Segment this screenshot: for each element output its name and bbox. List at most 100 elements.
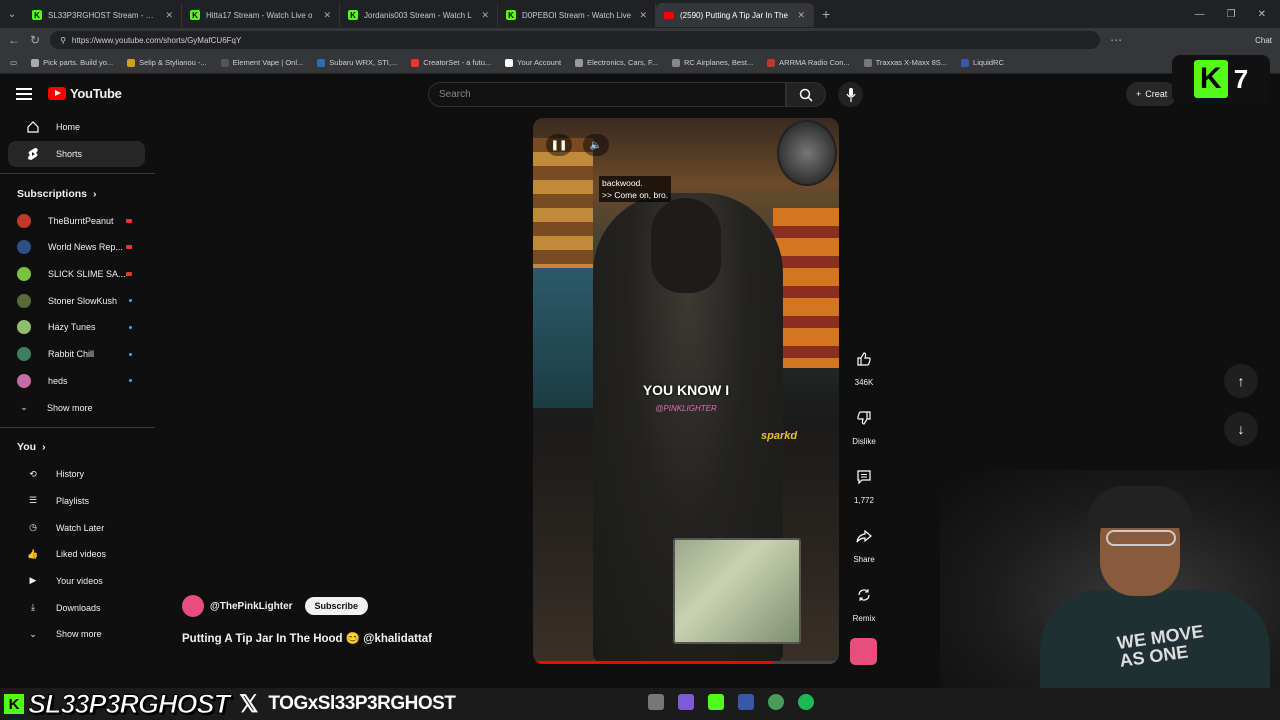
close-tab-icon[interactable]: ✕	[797, 10, 805, 21]
app-icon[interactable]	[708, 694, 724, 710]
url-field[interactable]: ⚲ https://www.youtube.com/shorts/GyMafCU…	[50, 31, 1101, 49]
show-more-button[interactable]: ⌄ Show more	[8, 621, 145, 648]
sidebar-toggle-icon[interactable]: ▭	[10, 58, 17, 67]
remix-action[interactable]: Remix	[846, 580, 882, 623]
bookmark[interactable]: LiquidRC	[961, 58, 1004, 67]
bookmark[interactable]: CreatorSet - a futu...	[411, 58, 491, 67]
bookmark[interactable]: RC Airplanes, Best...	[671, 58, 753, 67]
browser-tab[interactable]: K Hitta17 Stream - Watch Live o ✕	[182, 3, 340, 27]
search-input[interactable]: Search	[428, 82, 786, 107]
chevron-right-icon: ›	[93, 187, 97, 200]
short-title: Putting A Tip Jar In The Hood 😊 @khalida…	[182, 633, 433, 645]
kick-logo-icon: K	[1193, 60, 1228, 98]
subscription-item[interactable]: heds	[0, 368, 155, 395]
subscription-item[interactable]: TheBurntPeanut	[0, 207, 155, 234]
sidebar-item-watch-later[interactable]: ◷ Watch Later	[8, 514, 145, 541]
browser-tab-active[interactable]: (2590) Putting A Tip Jar In The ✕	[656, 3, 814, 27]
next-short-button[interactable]: ↓	[1224, 412, 1258, 446]
pause-button[interactable]: ❚❚	[546, 134, 572, 156]
search-button[interactable]	[786, 82, 826, 107]
like-icon[interactable]	[849, 344, 879, 374]
reload-icon[interactable]: ↻	[30, 33, 40, 47]
short-video-player[interactable]: ❚❚ 🔈 backwood. >> Come on, bro. YOU KNOW…	[533, 118, 839, 664]
sidebar-item-home[interactable]: Home	[8, 114, 145, 141]
comment-icon[interactable]	[849, 462, 879, 492]
close-tab-icon[interactable]: ✕	[639, 10, 647, 21]
subscription-item[interactable]: SLICK SLIME SA...	[0, 261, 155, 288]
kick-viewer-badge: K 7	[1172, 55, 1270, 103]
sidebar-item-downloads[interactable]: ⤓ Downloads	[8, 594, 145, 621]
channel-avatar[interactable]	[182, 595, 204, 617]
bookmark[interactable]: Selip & Stylianou -...	[127, 58, 207, 67]
subscription-item[interactable]: World News Rep...	[0, 234, 155, 261]
minimize-icon[interactable]: —	[1195, 9, 1205, 20]
new-content-dot-icon	[129, 299, 132, 303]
back-icon[interactable]: ←	[8, 33, 20, 47]
subscribe-button[interactable]: Subscribe	[304, 597, 369, 615]
subscription-item[interactable]: Rabbit Chill	[0, 341, 155, 368]
create-button[interactable]: + Creat	[1126, 82, 1178, 106]
dislike-icon[interactable]	[849, 403, 879, 433]
avatar	[17, 240, 31, 255]
caption-small: backwood. >> Come on, bro.	[599, 176, 672, 202]
app-icon[interactable]	[738, 694, 754, 710]
you-header[interactable]: You ›	[0, 434, 155, 461]
voice-search-button[interactable]	[838, 82, 863, 107]
browser-tab[interactable]: K Jordanis003 Stream - Watch L ✕	[340, 3, 498, 27]
close-tab-icon[interactable]: ✕	[481, 10, 489, 21]
live-indicator-icon	[126, 245, 132, 250]
address-bar: ← ↻ ⚲ https://www.youtube.com/shorts/GyM…	[0, 28, 1280, 52]
show-more-button[interactable]: ⌄ Show more	[0, 394, 145, 421]
menu-icon[interactable]	[16, 88, 32, 103]
bookmark[interactable]: Subaru WRX, STI,...	[317, 58, 397, 67]
spotify-icon[interactable]	[798, 694, 814, 710]
sound-thumbnail[interactable]	[850, 638, 877, 665]
bookmark[interactable]: Element Vape | Onl...	[220, 58, 303, 67]
share-icon[interactable]	[849, 521, 879, 551]
share-action[interactable]: Share	[846, 521, 882, 564]
comments-action[interactable]: 1,772	[846, 462, 882, 505]
bookmark[interactable]: Your Account	[505, 58, 561, 67]
youtube-logo[interactable]: YouTube	[48, 86, 122, 101]
sidebar-item-playlists[interactable]: ☰ Playlists	[8, 488, 145, 515]
subscription-item[interactable]: Hazy Tunes	[0, 314, 155, 341]
tab-list-icon[interactable]: ⌄	[0, 0, 24, 28]
like-action[interactable]: 346K	[846, 344, 882, 387]
browser-tab[interactable]: K D0PEBOI Stream - Watch Live ✕	[498, 3, 656, 27]
tip-jar-money	[673, 538, 801, 644]
remix-icon[interactable]	[849, 580, 879, 610]
sidebar-item-your-videos[interactable]: ▶ Your videos	[8, 568, 145, 595]
channel-name[interactable]: @ThePinkLighter	[210, 601, 293, 612]
video-progress-fill	[533, 661, 772, 664]
webcam-cap	[1088, 486, 1192, 528]
previous-short-button[interactable]: ↑	[1224, 364, 1258, 398]
bookmark[interactable]: Traxxas X-Maxx 8S...	[863, 58, 947, 67]
short-navigation: ↑ ↓	[1224, 364, 1258, 460]
subscriptions-header[interactable]: Subscriptions ›	[0, 180, 155, 207]
close-window-icon[interactable]: ✕	[1258, 9, 1266, 20]
avatar	[17, 373, 31, 388]
chat-button[interactable]: Chat	[1255, 36, 1272, 45]
site-info-icon[interactable]: ⚲	[60, 36, 66, 45]
extensions-icon[interactable]: ⋯	[1110, 33, 1122, 47]
restore-icon[interactable]: ❐	[1227, 9, 1236, 20]
sidebar-item-shorts[interactable]: Shorts	[8, 140, 145, 168]
new-tab-button[interactable]: +	[814, 6, 838, 22]
bookmark[interactable]: Electronics, Cars, F...	[575, 58, 658, 67]
file-explorer-icon[interactable]	[648, 694, 664, 710]
playlists-icon: ☰	[28, 495, 38, 506]
sidebar-item-history[interactable]: ⟲ History	[8, 461, 145, 488]
video-progress-bar[interactable]	[533, 661, 839, 664]
stream-overlay-bar: K SL33P3RGHOST 𝕏 TOGxSl33P3RGHOST	[0, 688, 1280, 720]
close-tab-icon[interactable]: ✕	[165, 10, 173, 21]
dislike-action[interactable]: Dislike	[846, 403, 882, 446]
subscription-item[interactable]: Stoner SlowKush	[0, 287, 155, 314]
close-tab-icon[interactable]: ✕	[323, 10, 331, 21]
chrome-icon[interactable]	[768, 694, 784, 710]
app-icon[interactable]	[678, 694, 694, 710]
volume-button[interactable]: 🔈	[583, 134, 609, 156]
bookmark[interactable]: Pick parts. Build yo...	[31, 58, 113, 67]
sidebar-item-liked-videos[interactable]: 👍 Liked videos	[8, 541, 145, 568]
browser-tab[interactable]: K SL33P3RGHOST Stream - Watch ✕	[24, 3, 182, 27]
bookmark[interactable]: ARRMA Radio Con...	[767, 58, 850, 67]
